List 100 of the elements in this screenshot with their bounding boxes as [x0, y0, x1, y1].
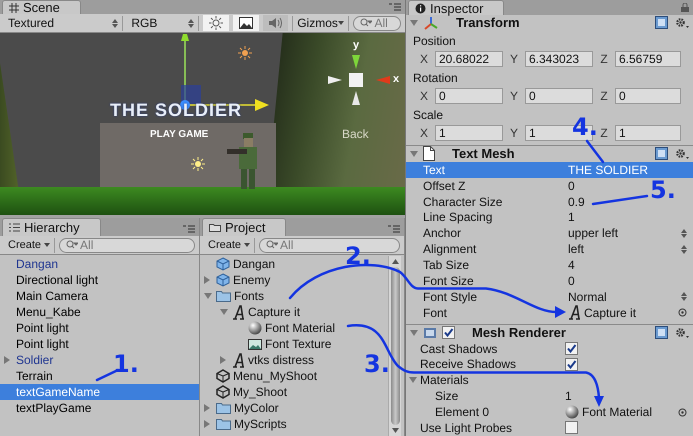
- property-label: Size: [435, 389, 458, 404]
- list-icon: [9, 223, 20, 232]
- panel-menu-icon[interactable]: [388, 225, 400, 233]
- expand-arrow-icon[interactable]: [4, 356, 10, 364]
- project-item[interactable]: MyScripts: [200, 416, 290, 432]
- enabled-checkbox[interactable]: [442, 326, 455, 340]
- property-row[interactable]: Tab Size 4: [406, 257, 581, 274]
- create-dropdown[interactable]: Create: [204, 238, 256, 252]
- help-book-icon[interactable]: [655, 326, 668, 340]
- scroll-up-icon[interactable]: [392, 259, 398, 264]
- property-row[interactable]: Offset Z 0: [406, 178, 581, 194]
- property-label: Cast Shadows: [420, 342, 498, 356]
- expand-arrow-icon[interactable]: [204, 276, 210, 284]
- checkbox[interactable]: [565, 421, 578, 434]
- hierarchy-item[interactable]: Menu_Kabe: [0, 304, 85, 320]
- up-down-arrows-icon[interactable]: [681, 228, 687, 238]
- project-item[interactable]: Dangan: [200, 256, 278, 272]
- property-value: Capture it: [584, 306, 636, 320]
- project-item[interactable]: Menu_MyShoot: [200, 368, 320, 384]
- expand-arrow-icon[interactable]: [220, 309, 228, 315]
- up-down-arrows-icon[interactable]: [681, 292, 687, 302]
- object-picker-icon[interactable]: [678, 308, 687, 318]
- light-icon: [238, 46, 252, 60]
- color-mode-dropdown[interactable]: RGB: [127, 16, 200, 30]
- scroll-down-icon[interactable]: [392, 428, 398, 433]
- property-label: Anchor: [423, 226, 462, 240]
- foldout-arrow-icon[interactable]: [410, 330, 418, 336]
- help-book-icon[interactable]: [655, 147, 668, 160]
- project-item[interactable]: vtks distress: [200, 352, 318, 368]
- hierarchy-item[interactable]: Directional light: [0, 272, 102, 288]
- axis-label: X: [418, 88, 429, 103]
- project-item[interactable]: My_Shoot: [200, 384, 290, 400]
- scene-viewport[interactable]: y x THE SOLDIER PLAY GAME Back: [0, 33, 405, 215]
- up-down-arrows-icon[interactable]: [681, 244, 687, 254]
- property-row[interactable]: Alignment left: [406, 241, 693, 258]
- axis-label: y: [353, 39, 360, 51]
- mesh-icon: [423, 326, 437, 340]
- settings-icon[interactable]: [675, 148, 689, 160]
- help-book-icon[interactable]: [655, 16, 668, 30]
- hierarchy-item[interactable]: Point light: [0, 336, 73, 352]
- project-item[interactable]: Font Material: [200, 320, 338, 336]
- number-field[interactable]: 20.68022: [435, 50, 503, 67]
- settings-icon[interactable]: [675, 326, 689, 339]
- property-row[interactable]: Line Spacing 1: [406, 209, 581, 226]
- settings-icon[interactable]: [675, 16, 689, 29]
- number-field[interactable]: 6.343023: [525, 50, 593, 67]
- property-label: Position: [413, 32, 456, 50]
- render-mode-dropdown[interactable]: Textured: [4, 16, 124, 30]
- hierarchy-item[interactable]: Point light: [0, 320, 73, 336]
- project-item[interactable]: Capture it: [200, 304, 304, 320]
- property-row[interactable]: Text THE SOLDIER: [406, 162, 693, 178]
- property-row[interactable]: Font Style Normal: [406, 288, 693, 305]
- number-field[interactable]: 1: [615, 124, 681, 141]
- hierarchy-tab[interactable]: Hierarchy: [2, 218, 101, 236]
- panel-menu-icon[interactable]: [389, 3, 401, 11]
- object-picker-icon[interactable]: [678, 408, 687, 417]
- number-field[interactable]: 6.56759: [615, 50, 681, 67]
- scrollbar[interactable]: [388, 256, 401, 436]
- property-value: 0: [568, 178, 575, 193]
- hierarchy-item[interactable]: Soldier: [0, 352, 58, 368]
- hierarchy-item[interactable]: textGameName: [0, 384, 199, 400]
- scene-tab[interactable]: Scene: [2, 0, 81, 14]
- light-toggle[interactable]: [203, 15, 229, 31]
- property-row[interactable]: Character Size 0.9: [406, 194, 591, 210]
- hierarchy-item[interactable]: Main Camera: [0, 288, 92, 304]
- property-value: Font Material: [582, 405, 652, 420]
- number-field[interactable]: 0: [525, 88, 593, 104]
- audio-toggle[interactable]: [262, 15, 288, 31]
- folder-icon: [209, 223, 221, 232]
- hierarchy-item[interactable]: Dangan: [0, 256, 62, 272]
- number-field[interactable]: 0: [615, 88, 681, 104]
- expand-arrow-icon[interactable]: [204, 404, 210, 412]
- property-row[interactable]: Font Capture it: [406, 304, 693, 321]
- hierarchy-item[interactable]: textPlayGame: [0, 400, 96, 416]
- project-item[interactable]: MyColor: [200, 400, 282, 416]
- project-tab[interactable]: Project: [202, 218, 286, 236]
- gizmos-dropdown[interactable]: Gizmos: [292, 16, 350, 30]
- checkbox[interactable]: [565, 342, 578, 356]
- orientation-gizmo-drawing[interactable]: [328, 55, 390, 105]
- axis-label: X: [418, 52, 429, 66]
- number-field[interactable]: 0: [435, 88, 503, 104]
- project-item[interactable]: Enemy: [200, 272, 274, 288]
- expand-arrow-icon[interactable]: [204, 420, 210, 428]
- font-icon: [232, 352, 245, 368]
- number-field[interactable]: 1: [435, 124, 503, 141]
- foldout-arrow-icon[interactable]: [410, 20, 418, 26]
- checkbox[interactable]: [565, 358, 578, 371]
- panel-menu-icon[interactable]: [183, 225, 195, 233]
- inspector-tab[interactable]: Inspector: [408, 0, 504, 15]
- expand-arrow-icon[interactable]: [220, 356, 226, 364]
- image-toggle[interactable]: [232, 15, 259, 31]
- project-item[interactable]: Font Texture: [200, 336, 334, 352]
- foldout-arrow-icon[interactable]: [409, 377, 417, 384]
- create-dropdown[interactable]: Create: [4, 238, 56, 252]
- lock-icon[interactable]: [681, 3, 689, 12]
- property-row[interactable]: Font Size 0: [406, 273, 581, 289]
- property-label: Line Spacing: [423, 210, 494, 224]
- project-item[interactable]: Fonts: [200, 288, 268, 304]
- property-row[interactable]: Anchor upper left: [406, 225, 693, 242]
- hierarchy-item[interactable]: Terrain: [0, 368, 57, 384]
